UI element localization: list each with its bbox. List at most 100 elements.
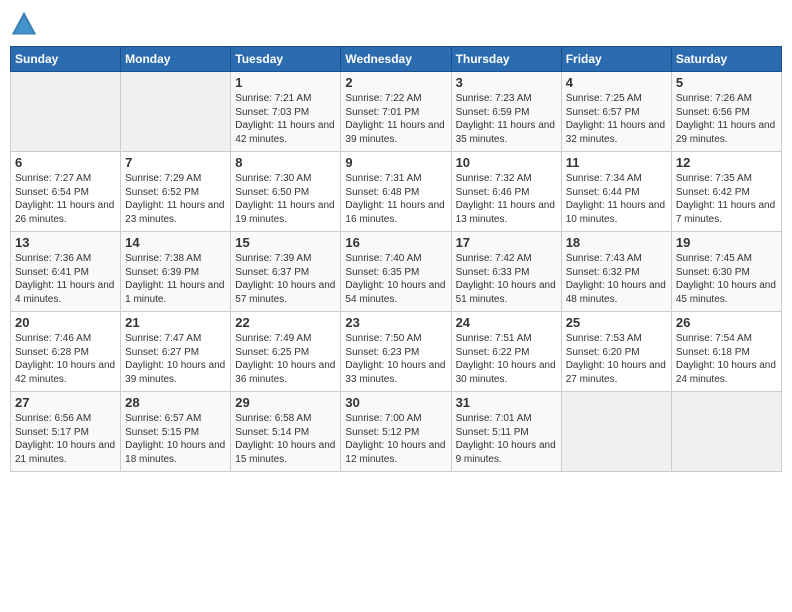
logo (10, 10, 42, 38)
day-info: Sunrise: 7:29 AM Sunset: 6:52 PM Dayligh… (125, 172, 226, 226)
day-info: Sunrise: 6:58 AM Sunset: 5:14 PM Dayligh… (235, 412, 336, 466)
day-info: Sunrise: 7:23 AM Sunset: 6:59 PM Dayligh… (456, 92, 557, 146)
day-number: 31 (456, 395, 557, 410)
day-info: Sunrise: 7:38 AM Sunset: 6:39 PM Dayligh… (125, 252, 226, 306)
calendar-cell: 8Sunrise: 7:30 AM Sunset: 6:50 PM Daylig… (231, 152, 341, 232)
day-info: Sunrise: 7:40 AM Sunset: 6:35 PM Dayligh… (345, 252, 446, 306)
day-info: Sunrise: 7:45 AM Sunset: 6:30 PM Dayligh… (676, 252, 777, 306)
day-info: Sunrise: 7:49 AM Sunset: 6:25 PM Dayligh… (235, 332, 336, 386)
day-number: 24 (456, 315, 557, 330)
calendar-cell: 14 Sunrise: 7:38 AM Sunset: 6:39 PM Dayli… (121, 232, 231, 312)
calendar-cell: 22Sunrise: 7:49 AM Sunset: 6:25 PM Dayli… (231, 312, 341, 392)
calendar-cell: 13 Sunrise: 7:36 AM Sunset: 6:41 PM Dayli… (11, 232, 121, 312)
day-info: Sunrise: 7:31 AM Sunset: 6:48 PM Dayligh… (345, 172, 446, 226)
calendar-cell: 6 Sunrise: 7:27 AM Sunset: 6:54 PM Daylig… (11, 152, 121, 232)
day-number: 1 (235, 75, 336, 90)
calendar-cell: 18 Sunrise: 7:43 AM Sunset: 6:32 PM Dayli… (561, 232, 671, 312)
day-number: 11 (566, 155, 667, 170)
calendar-cell: 1 Sunrise: 7:21 AM Sunset: 7:03 PM Daylig… (231, 72, 341, 152)
calendar-cell: 3 Sunrise: 7:23 AM Sunset: 6:59 PM Daylig… (451, 72, 561, 152)
header-friday: Friday (561, 47, 671, 72)
calendar-cell: 15Sunrise: 7:39 AM Sunset: 6:37 PM Dayli… (231, 232, 341, 312)
day-info: Sunrise: 7:43 AM Sunset: 6:32 PM Dayligh… (566, 252, 667, 306)
calendar-cell: 16 Sunrise: 7:40 AM Sunset: 6:35 PM Dayli… (341, 232, 451, 312)
calendar-cell: 17 Sunrise: 7:42 AM Sunset: 6:33 PM Dayli… (451, 232, 561, 312)
day-info: Sunrise: 7:35 AM Sunset: 6:42 PM Dayligh… (676, 172, 777, 226)
day-info: Sunrise: 7:36 AM Sunset: 6:41 PM Dayligh… (15, 252, 116, 306)
calendar-cell: 27Sunrise: 6:56 AM Sunset: 5:17 PM Dayli… (11, 392, 121, 472)
day-number: 29 (235, 395, 336, 410)
calendar-cell: 20 Sunrise: 7:46 AM Sunset: 6:28 PM Dayli… (11, 312, 121, 392)
day-number: 23 (345, 315, 446, 330)
day-number: 19 (676, 235, 777, 250)
day-number: 16 (345, 235, 446, 250)
header-saturday: Saturday (671, 47, 781, 72)
calendar-cell: 4 Sunrise: 7:25 AM Sunset: 6:57 PM Daylig… (561, 72, 671, 152)
calendar-cell: 7 Sunrise: 7:29 AM Sunset: 6:52 PM Daylig… (121, 152, 231, 232)
day-number: 3 (456, 75, 557, 90)
header-row: SundayMondayTuesdayWednesdayThursdayFrid… (11, 47, 782, 72)
calendar-cell: 10Sunrise: 7:32 AM Sunset: 6:46 PM Dayli… (451, 152, 561, 232)
calendar-cell: 21 Sunrise: 7:47 AM Sunset: 6:27 PM Dayli… (121, 312, 231, 392)
day-number: 12 (676, 155, 777, 170)
day-info: Sunrise: 7:53 AM Sunset: 6:20 PM Dayligh… (566, 332, 667, 386)
day-number: 9 (345, 155, 446, 170)
day-number: 14 (125, 235, 226, 250)
day-info: Sunrise: 6:57 AM Sunset: 5:15 PM Dayligh… (125, 412, 226, 466)
calendar-cell: 12 Sunrise: 7:35 AM Sunset: 6:42 PM Dayli… (671, 152, 781, 232)
day-number: 5 (676, 75, 777, 90)
calendar-cell (671, 392, 781, 472)
day-info: Sunrise: 7:25 AM Sunset: 6:57 PM Dayligh… (566, 92, 667, 146)
calendar-cell: 29 Sunrise: 6:58 AM Sunset: 5:14 PM Dayli… (231, 392, 341, 472)
calendar-cell: 19 Sunrise: 7:45 AM Sunset: 6:30 PM Dayli… (671, 232, 781, 312)
header-monday: Monday (121, 47, 231, 72)
day-info: Sunrise: 7:21 AM Sunset: 7:03 PM Dayligh… (235, 92, 336, 146)
calendar-cell: 31Sunrise: 7:01 AM Sunset: 5:11 PM Dayli… (451, 392, 561, 472)
header-wednesday: Wednesday (341, 47, 451, 72)
day-number: 4 (566, 75, 667, 90)
calendar-cell: 23 Sunrise: 7:50 AM Sunset: 6:23 PM Dayli… (341, 312, 451, 392)
calendar-cell: 11 Sunrise: 7:34 AM Sunset: 6:44 PM Dayli… (561, 152, 671, 232)
day-number: 2 (345, 75, 446, 90)
day-info: Sunrise: 6:56 AM Sunset: 5:17 PM Dayligh… (15, 412, 116, 466)
week-row-1: 1 Sunrise: 7:21 AM Sunset: 7:03 PM Daylig… (11, 72, 782, 152)
calendar-cell (121, 72, 231, 152)
day-number: 10 (456, 155, 557, 170)
day-number: 6 (15, 155, 116, 170)
day-info: Sunrise: 7:50 AM Sunset: 6:23 PM Dayligh… (345, 332, 446, 386)
header-sunday: Sunday (11, 47, 121, 72)
day-info: Sunrise: 7:39 AM Sunset: 6:37 PM Dayligh… (235, 252, 336, 306)
calendar-cell: 9 Sunrise: 7:31 AM Sunset: 6:48 PM Daylig… (341, 152, 451, 232)
day-info: Sunrise: 7:47 AM Sunset: 6:27 PM Dayligh… (125, 332, 226, 386)
calendar-cell: 28 Sunrise: 6:57 AM Sunset: 5:15 PM Dayli… (121, 392, 231, 472)
day-info: Sunrise: 7:22 AM Sunset: 7:01 PM Dayligh… (345, 92, 446, 146)
day-number: 7 (125, 155, 226, 170)
day-info: Sunrise: 7:42 AM Sunset: 6:33 PM Dayligh… (456, 252, 557, 306)
day-info: Sunrise: 7:27 AM Sunset: 6:54 PM Dayligh… (15, 172, 116, 226)
day-number: 13 (15, 235, 116, 250)
calendar-cell: 30 Sunrise: 7:00 AM Sunset: 5:12 PM Dayli… (341, 392, 451, 472)
day-info: Sunrise: 7:46 AM Sunset: 6:28 PM Dayligh… (15, 332, 116, 386)
day-number: 25 (566, 315, 667, 330)
week-row-4: 20 Sunrise: 7:46 AM Sunset: 6:28 PM Dayli… (11, 312, 782, 392)
calendar-cell: 24 Sunrise: 7:51 AM Sunset: 6:22 PM Dayli… (451, 312, 561, 392)
day-number: 21 (125, 315, 226, 330)
calendar-table: SundayMondayTuesdayWednesdayThursdayFrid… (10, 46, 782, 472)
logo-icon (10, 10, 38, 38)
calendar-cell (11, 72, 121, 152)
calendar-cell: 26Sunrise: 7:54 AM Sunset: 6:18 PM Dayli… (671, 312, 781, 392)
calendar-cell: 25 Sunrise: 7:53 AM Sunset: 6:20 PM Dayli… (561, 312, 671, 392)
day-number: 17 (456, 235, 557, 250)
day-info: Sunrise: 7:34 AM Sunset: 6:44 PM Dayligh… (566, 172, 667, 226)
day-number: 8 (235, 155, 336, 170)
week-row-2: 6 Sunrise: 7:27 AM Sunset: 6:54 PM Daylig… (11, 152, 782, 232)
week-row-3: 13 Sunrise: 7:36 AM Sunset: 6:41 PM Dayli… (11, 232, 782, 312)
day-number: 30 (345, 395, 446, 410)
day-info: Sunrise: 7:51 AM Sunset: 6:22 PM Dayligh… (456, 332, 557, 386)
day-info: Sunrise: 7:00 AM Sunset: 5:12 PM Dayligh… (345, 412, 446, 466)
header-thursday: Thursday (451, 47, 561, 72)
page-header (10, 10, 782, 38)
day-number: 28 (125, 395, 226, 410)
day-number: 20 (15, 315, 116, 330)
day-number: 18 (566, 235, 667, 250)
